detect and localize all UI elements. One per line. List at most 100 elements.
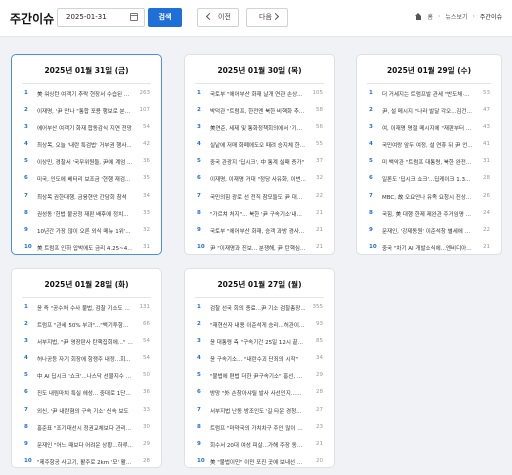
search-button[interactable]: 검색 bbox=[148, 8, 182, 27]
issue-title[interactable]: 홍준표 "조기대선시 정권교체보다 관리... bbox=[37, 424, 133, 432]
home-icon[interactable] bbox=[415, 12, 422, 20]
list-item[interactable]: 4 국민여랑 앞두 여정, 설 연휴 뒤 尹 언... 41 bbox=[357, 136, 501, 153]
issue-title[interactable]: 여, 이재명 명절 메시지에 "재판부터 받... bbox=[382, 124, 473, 132]
issue-title[interactable]: 최상목, 오늘 '내란 특검법' 거부권 행사... bbox=[37, 141, 133, 149]
list-item[interactable]: 7 MBC, 故 오요안나 유족 요청시 진상조... 26 bbox=[357, 188, 501, 205]
issue-title[interactable]: 尹, 설 메시지 "나라 발달 각오...김건희... bbox=[382, 107, 473, 115]
issue-title[interactable]: 중국 관광지 '딥시크', 中 통계 실패 증가" bbox=[210, 158, 306, 166]
issue-title[interactable]: 국힘, 美 대행 한제 제완관 주거임명 "이... bbox=[382, 210, 473, 218]
issue-title[interactable]: 美 워싱턴 여객기 추락 현장서 수습된 시... bbox=[37, 90, 133, 98]
issue-title[interactable]: 이재명, 이재명 거대 "정당 사유화, 이번... bbox=[210, 175, 306, 183]
list-item[interactable]: 1 검찰 선국 회의 종료...尹 기소 검찰총장... 355 bbox=[185, 299, 334, 316]
list-item[interactable]: 3 에어부산 여객기 화재 합동감식 지연 전망 54 bbox=[12, 119, 161, 136]
issue-title[interactable]: 검찰 선국 회의 종료...尹 기소 검찰총장... bbox=[210, 304, 306, 312]
issue-title[interactable]: 에어부산 여객기 화재 합동감식 지연 전망 bbox=[37, 124, 133, 132]
date-input[interactable]: 2025-01-31 bbox=[57, 8, 145, 27]
list-item[interactable]: 10 "제주항공 사고기, 활주로 2km '모' 활주... 28 bbox=[12, 453, 161, 470]
issue-title[interactable]: 미 백악관 "트럼프 대통령, 북한 완전한... bbox=[382, 158, 473, 166]
issue-title[interactable]: 더 거세지는 트럼프발 관세 "반도체·철... bbox=[382, 90, 473, 98]
list-item[interactable]: 1 국토부 "에어부산 화재 날개 연관 손상... 105 bbox=[185, 85, 334, 102]
list-item[interactable]: 7 외신, '尹 내란혐의 구속 기소' 신속 보도 33 bbox=[12, 402, 161, 419]
issue-card-0129[interactable]: 2025년 01월 29일 (수) 1 더 거세지는 트럼프발 관세 "반도체·철… bbox=[356, 54, 502, 255]
list-item[interactable]: 3 美연준, 세제 및 통화정책회의에서 '기준... 56 bbox=[185, 119, 334, 136]
list-item[interactable]: 4 실낱에 저매 화폐에도오 때려 승지체 한... 55 bbox=[185, 136, 334, 153]
calendar-icon[interactable] bbox=[130, 13, 138, 21]
list-item[interactable]: 1 美 워싱턴 여객기 추락 현장서 수습된 시... 263 bbox=[12, 85, 161, 102]
list-item[interactable]: 2 "재현신자 내용 이준석게 승리...허관이... 93 bbox=[185, 316, 334, 333]
list-item[interactable]: 8 홍준표 "조기대선시 정권교체보다 관리... 30 bbox=[12, 419, 161, 436]
list-item[interactable]: 5 "불법에 편법 더한 尹구속기소" 홍선, 안... 29 bbox=[185, 367, 334, 384]
issue-title[interactable]: 서부지법 난동 방조인도 '길 타운 경청... bbox=[210, 407, 306, 415]
list-item[interactable]: 2 트럼프 "관세 50% 부과"..."백기투항한 ... 66 bbox=[12, 316, 161, 333]
issue-title[interactable]: 허나공등 자기 회장에 항쟁주 내정...회... bbox=[37, 355, 133, 363]
list-item[interactable]: 1 윤 즉 "공수처 수사 불법, 검찰 기소도 불... 131 bbox=[12, 299, 161, 316]
issue-title[interactable]: 권성동 '헌법 불공정 재판 배후에 정치... bbox=[37, 210, 133, 218]
list-item[interactable]: 1 더 거세지는 트럼프발 관세 "반도체·철... 53 bbox=[357, 85, 501, 102]
next-button[interactable]: 다음 bbox=[246, 8, 288, 27]
list-item[interactable]: 9 10년간 가장 많이 오른 외식 메뉴 1위'... 32 bbox=[12, 222, 161, 239]
issue-title[interactable]: 中 AI 딥시크 '쇼크'...나스닥 선물지수 3... bbox=[37, 372, 133, 380]
issue-title[interactable]: 이상민, 경찰서 '국무위원들, 尹에 계엄 ... bbox=[37, 158, 133, 166]
list-item[interactable]: 7 서부지법 난동 방조인도 '길 타운 경청... 27 bbox=[185, 402, 334, 419]
issue-title[interactable]: 이재명, '尹 만나 "통합 포용 행보로 분명... bbox=[37, 107, 133, 115]
issue-title[interactable]: "재현신자 내용 이준석게 승리...허관이... bbox=[210, 321, 306, 329]
issue-title[interactable]: 윤 구속기소... "내란수괴 단죄의 시작" bbox=[210, 355, 306, 363]
breadcrumb-home[interactable]: 홈 bbox=[427, 12, 433, 21]
list-item[interactable]: 7 국민의힘 광로 선 전직 참모들도 尹 대통... 22 bbox=[185, 188, 334, 205]
issue-card-0127[interactable]: 2025년 01월 27일 (월) 1 검찰 선국 회의 종료...尹 기소 검찰… bbox=[184, 268, 335, 468]
list-item[interactable]: 8 권성동 '헌법 불공정 재판 배후에 정치... 33 bbox=[12, 205, 161, 222]
issue-title[interactable]: 윤 즉 "공수처 수사 불법, 검찰 기소도 불... bbox=[37, 304, 133, 312]
list-item[interactable]: 5 中 AI 딥시크 '쇼크'...나스닥 선물지수 3... 50 bbox=[12, 367, 161, 384]
issue-title[interactable]: 윤 대통령 측 "구속기간 25일 12시 끝... bbox=[210, 338, 306, 346]
issue-title[interactable]: "제주항공 사고기, 활주로 2km '모' 활주... bbox=[37, 458, 133, 466]
list-item[interactable]: 4 허나공등 자기 회장에 항쟁주 내정...회... 54 bbox=[12, 350, 161, 367]
list-item[interactable]: 10 중국 "차기 AI 개발소식에...엔비디아 주... 21 bbox=[357, 239, 501, 256]
issue-title[interactable]: 서부지법, "尹 영장판사 탄핵집회에..." 주... bbox=[37, 338, 133, 346]
list-item[interactable]: 10 尹 "이재명과 진보... 분쟁해, 尹 탄핵심... 21 bbox=[185, 239, 334, 256]
list-item[interactable]: 3 윤 대통령 측 "구속기간 25일 12시 끝... 85 bbox=[185, 333, 334, 350]
list-item[interactable]: 4 윤 구속기소... "내란수괴 단죄의 시작" 34 bbox=[185, 350, 334, 367]
list-item[interactable]: 10 美 "불법이민" 이민 포진 곳에 보내선 안돼" 20 bbox=[185, 453, 334, 470]
issue-title[interactable]: 국민의힘 광로 선 전직 참모들도 尹 대통... bbox=[210, 193, 306, 201]
issue-title[interactable]: 국민여랑 앞두 여정, 설 연휴 뒤 尹 언... bbox=[382, 141, 473, 149]
list-item[interactable]: 3 여, 이재명 명절 메시지에 "재판부터 받... 43 bbox=[357, 119, 501, 136]
issue-title[interactable]: 방망 "外 손창아샤릴 발사 사선인지...내... bbox=[210, 389, 306, 397]
issue-title[interactable]: MBC, 故 오요안나 유족 요청시 진상조... bbox=[382, 193, 473, 201]
issue-title[interactable]: 박덕관 "트럼프, 한전엔 북한 비핵화 추... bbox=[210, 107, 306, 115]
list-item[interactable]: 7 최상목 권한대행, 금융현안 간담회 참석 34 bbox=[12, 188, 161, 205]
issue-title[interactable]: 문재인, '강제동원' 이준석창 별세에 추모 bbox=[382, 227, 473, 235]
list-item[interactable]: 8 "가르쳐 처지"... 북한 '尹 구속기소'내를... 21 bbox=[185, 205, 334, 222]
list-item[interactable]: 2 이재명, '尹 만나 "통합 포용 행보로 분명... 107 bbox=[12, 102, 161, 119]
list-item[interactable]: 3 서부지법, "尹 영장판사 탄핵집회에..." 주... 54 bbox=[12, 333, 161, 350]
list-item[interactable]: 10 美 트럼프 인하 압박에도 금리 4.25~4.5... 31 bbox=[12, 239, 161, 256]
issue-title[interactable]: "불법에 편법 더한 尹구속기소" 홍선, 안... bbox=[210, 372, 306, 380]
list-item[interactable]: 5 중국 관광지 '딥시크', 中 통계 실패 증가" 37 bbox=[185, 153, 334, 170]
prev-button[interactable]: 이전 bbox=[197, 8, 239, 27]
issue-title[interactable]: 10년간 가장 많이 오른 외식 메뉴 1위'... bbox=[37, 227, 133, 235]
issue-title[interactable]: 실낱에 저매 화폐에도오 때려 승지체 한... bbox=[210, 141, 306, 149]
issue-title[interactable]: 트럼프 "마약국의 가치차구 주인 많이 반... bbox=[210, 424, 306, 432]
list-item[interactable]: 2 박덕관 "트럼프, 한전엔 북한 비핵화 추... 58 bbox=[185, 102, 334, 119]
list-item[interactable]: 6 방망 "外 손창아샤릴 발사 사선인지...내... 28 bbox=[185, 384, 334, 401]
issue-title[interactable]: 국토부 "에어부산 화재 날개 연관 손상... bbox=[210, 90, 306, 98]
list-item[interactable]: 9 문재인, '강제동원' 이준석창 별세에 추모 22 bbox=[357, 222, 501, 239]
issue-title[interactable]: 美연준, 세제 및 통화정책회의에서 '기준... bbox=[210, 124, 306, 132]
issue-title[interactable]: "가르쳐 처지"... 북한 '尹 구속기소'내를... bbox=[210, 210, 306, 218]
issue-card-0128[interactable]: 2025년 01월 28일 (화) 1 윤 즉 "공수처 수사 불법, 검찰 기소… bbox=[11, 268, 162, 468]
breadcrumb-news[interactable]: 뉴스보기 bbox=[445, 12, 467, 21]
list-item[interactable]: 8 국힘, 美 대행 한제 제완관 주거임명 "이... 24 bbox=[357, 205, 501, 222]
list-item[interactable]: 6 미국, 인도에 베터리 보조금 '현행 재검토... 35 bbox=[12, 170, 161, 187]
issue-title[interactable]: 중국 "차기 AI 개발소식에...엔비디아 주... bbox=[382, 244, 473, 252]
issue-card-0130[interactable]: 2025년 01월 30일 (목) 1 국토부 "에어부산 화재 날개 연관 손상… bbox=[184, 54, 335, 255]
issue-title[interactable]: 외신, '尹 내란혐의 구속 기소' 신속 보도 bbox=[37, 407, 133, 415]
issue-title[interactable]: 회수서 20대 여성 피살...가해 주장 동거... bbox=[210, 441, 306, 449]
list-item[interactable]: 6 일론도 '딥시크 쇼크'...딥케이크 1.39... 28 bbox=[357, 170, 501, 187]
list-item[interactable]: 2 尹, 설 메시지 "나라 발달 각오...김건희... 47 bbox=[357, 102, 501, 119]
list-item[interactable]: 9 회수서 20대 여성 피살...가해 주장 동거... 21 bbox=[185, 436, 334, 453]
list-item[interactable]: 9 국토부 "에어부산 화재, 승객 과방 경사... 21 bbox=[185, 222, 334, 239]
list-item[interactable]: 5 미 백악관 "트럼프 대통령, 북한 완전한... 31 bbox=[357, 153, 501, 170]
issue-title[interactable]: 美 "불법이민" 이민 포진 곳에 보내선 안돼" bbox=[210, 458, 306, 466]
issue-title[interactable]: 국토부 "에어부산 화재, 승객 과방 경사... bbox=[210, 227, 306, 235]
list-item[interactable]: 9 문재인 "어느 때보다 어려운 상황...하루... 29 bbox=[12, 436, 161, 453]
issue-title[interactable]: 美 트럼프 인하 압박에도 금리 4.25~4.5... bbox=[37, 244, 133, 252]
